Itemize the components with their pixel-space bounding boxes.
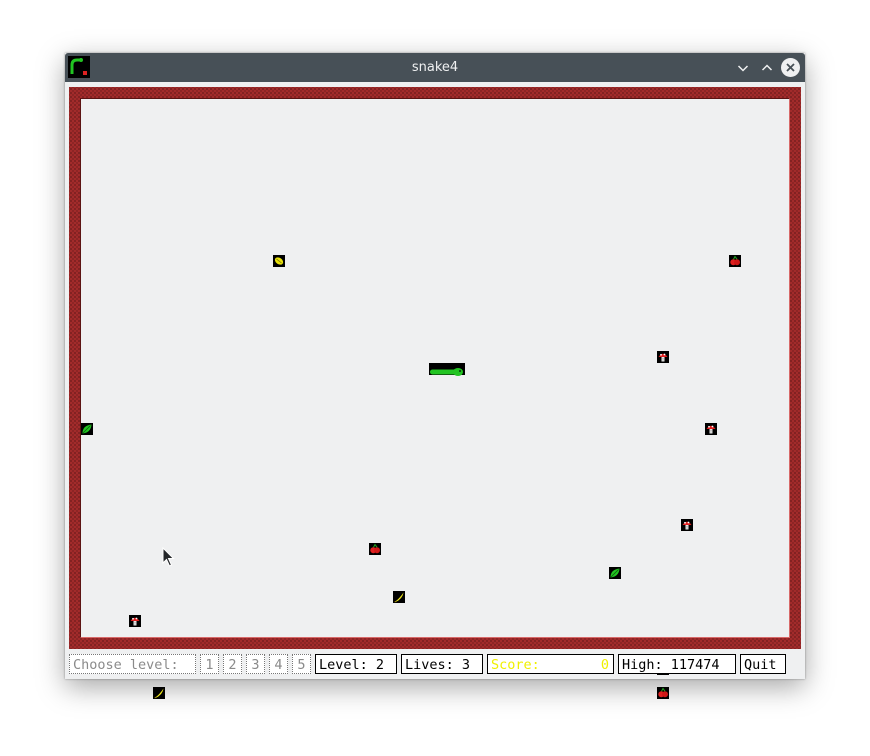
level-4-button[interactable]: 4 (269, 654, 288, 674)
cherry-icon (729, 255, 741, 267)
level-1-button[interactable]: 1 (200, 654, 219, 674)
mushroom-icon (129, 615, 141, 627)
cherry-icon (369, 543, 381, 555)
mushroom-icon (681, 519, 693, 531)
chevron-up-icon (761, 63, 772, 71)
level-5-button[interactable]: 5 (292, 654, 311, 674)
leaf-icon (81, 423, 93, 435)
banana-icon (153, 687, 165, 699)
mouse-cursor-icon (162, 546, 176, 567)
playing-field[interactable] (80, 98, 790, 699)
game-window: snake4 Choose level: 1 2 3 4 5 Level: 2 … (65, 53, 805, 699)
score-value: 0 (600, 657, 609, 673)
level-3-button[interactable]: 3 (246, 654, 265, 674)
title-bar[interactable]: snake4 (65, 53, 805, 82)
cherry-icon (657, 687, 669, 699)
chevron-down-icon (737, 64, 748, 72)
high-score-display: High: 117474 (618, 654, 736, 674)
score-display: Score: 0 (487, 654, 614, 674)
snake (429, 363, 465, 376)
choose-level-label: Choose level: (69, 654, 196, 674)
leaf-icon (609, 567, 621, 579)
close-icon (786, 63, 795, 72)
minimize-button[interactable] (733, 58, 752, 77)
lemon-icon (273, 255, 285, 267)
game-board-border (69, 87, 801, 699)
mushroom-icon (705, 423, 717, 435)
mushroom-icon (657, 351, 669, 363)
lives-indicator: Lives: 3 (401, 654, 483, 674)
banana-icon (393, 591, 405, 603)
status-bar: Choose level: 1 2 3 4 5 Level: 2 Lives: … (65, 653, 805, 677)
close-button[interactable] (781, 58, 800, 77)
level-indicator: Level: 2 (315, 654, 397, 674)
window-title: snake4 (411, 60, 459, 75)
level-2-button[interactable]: 2 (223, 654, 242, 674)
quit-button[interactable]: Quit (740, 654, 786, 674)
maximize-button[interactable] (757, 58, 776, 77)
score-label: Score: (491, 657, 540, 673)
